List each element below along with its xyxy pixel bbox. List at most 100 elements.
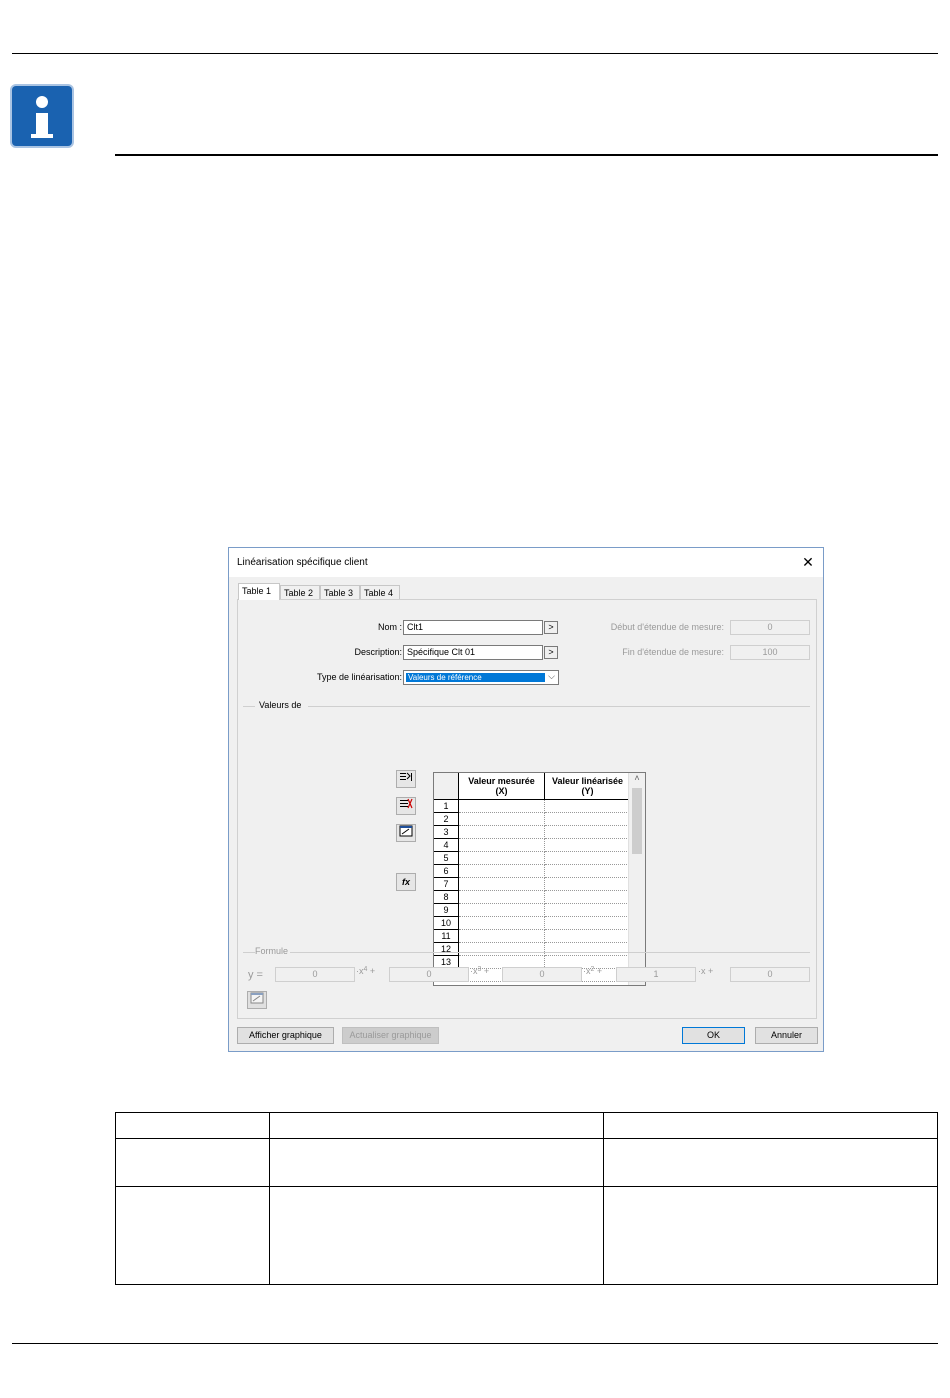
type-selected-value: Valeurs de référence — [406, 673, 545, 682]
scroll-thumb[interactable] — [632, 788, 642, 854]
grid-row-header[interactable]: 8 — [434, 891, 459, 904]
table-cell — [269, 1186, 604, 1285]
cell-measured-x[interactable] — [459, 865, 545, 878]
cell-measured-x[interactable] — [459, 813, 545, 826]
description-field[interactable]: Spécifique Clt 01 — [403, 645, 543, 660]
cell-linearised-y[interactable] — [545, 904, 631, 917]
chart-edit-icon[interactable] — [396, 824, 416, 842]
grid-row-header[interactable]: 5 — [434, 852, 459, 865]
grid-scrollbar[interactable]: ˄ ˅ — [628, 773, 645, 985]
grid-row-header[interactable]: 10 — [434, 917, 459, 930]
insert-row-icon[interactable] — [396, 770, 416, 788]
plus-3: + — [596, 966, 603, 976]
cell-measured-x[interactable] — [459, 891, 545, 904]
cell-linearised-y[interactable] — [545, 852, 631, 865]
grid-row-header[interactable]: 12 — [434, 943, 459, 956]
term-x1: ·x + — [698, 966, 713, 976]
cell-measured-x[interactable] — [459, 800, 545, 813]
term-x2-var: ·x — [583, 966, 591, 976]
cell-linearised-y[interactable] — [545, 878, 631, 891]
term-x3: ·x3 + — [470, 966, 489, 976]
tab-table-2[interactable]: Table 2 — [280, 585, 320, 599]
table-cell — [603, 1186, 938, 1285]
page-header-rule — [12, 53, 938, 54]
delete-row-icon[interactable] — [396, 797, 416, 815]
grid-row-header[interactable]: 6 — [434, 865, 459, 878]
term-x3-var: ·x — [470, 966, 478, 976]
cell-measured-x[interactable] — [459, 904, 545, 917]
cell-linearised-y[interactable] — [545, 865, 631, 878]
scroll-up-icon[interactable]: ˄ — [629, 773, 645, 787]
fin-field: 100 — [730, 645, 810, 660]
grid-row-header[interactable]: 4 — [434, 839, 459, 852]
grid-row-header[interactable]: 7 — [434, 878, 459, 891]
formule-group-line — [290, 952, 810, 953]
nom-label: Nom : — [377, 622, 402, 632]
annuler-button[interactable]: Annuler — [755, 1027, 818, 1044]
parameter-table — [115, 1112, 938, 1285]
table-row — [115, 1138, 938, 1187]
tab-table-4[interactable]: Table 4 — [360, 585, 400, 599]
formule-group-label: Formule — [255, 946, 289, 956]
cell-measured-x[interactable] — [459, 917, 545, 930]
type-select[interactable]: Valeurs de référence ⌵ — [403, 670, 559, 685]
cell-linearised-y[interactable] — [545, 800, 631, 813]
linearisation-dialog: Linéarisation spécifique client ✕ Table … — [228, 547, 824, 1052]
tab-table-3[interactable]: Table 3 — [320, 585, 360, 599]
nom-edit-button[interactable]: > — [544, 621, 558, 634]
term-x2: ·x2 + — [583, 966, 602, 976]
cell-linearised-y[interactable] — [545, 891, 631, 904]
grid-corner — [434, 773, 459, 800]
debut-label: Début d'étendue de mesure: — [610, 622, 724, 632]
table-cell — [115, 1112, 270, 1139]
coef-x4-field: 0 — [275, 967, 355, 982]
table-row — [115, 1112, 938, 1139]
description-edit-button[interactable]: > — [544, 646, 558, 659]
term-x4-var: ·x — [356, 966, 364, 976]
column-header-x-unit: (X) — [495, 786, 508, 796]
coef-x1-field: 1 — [616, 967, 696, 982]
term-x2-exp: 2 — [590, 966, 595, 973]
cell-measured-x[interactable] — [459, 878, 545, 891]
note-rule — [115, 154, 938, 156]
plus-2: + — [483, 966, 490, 976]
cell-measured-x[interactable] — [459, 943, 545, 956]
cell-measured-x[interactable] — [459, 826, 545, 839]
tab-table-1[interactable]: Table 1 — [238, 583, 280, 600]
fin-label: Fin d'étendue de mesure: — [622, 647, 724, 657]
cell-linearised-y[interactable] — [545, 826, 631, 839]
cell-linearised-y[interactable] — [545, 839, 631, 852]
afficher-graphique-button[interactable]: Afficher graphique — [237, 1027, 334, 1044]
valeurs-group-label: Valeurs de — [259, 700, 302, 710]
grid-row-header[interactable]: 3 — [434, 826, 459, 839]
valeurs-group-line — [308, 706, 810, 707]
formula-chart-icon — [247, 991, 267, 1009]
grid-row-header[interactable]: 1 — [434, 800, 459, 813]
cell-linearised-y[interactable] — [545, 943, 631, 956]
cell-measured-x[interactable] — [459, 839, 545, 852]
term-x3-exp: 3 — [477, 966, 482, 973]
grid-row-header[interactable]: 11 — [434, 930, 459, 943]
grid-row-header[interactable]: 2 — [434, 813, 459, 826]
cell-linearised-y[interactable] — [545, 917, 631, 930]
type-label: Type de linéarisation: — [316, 672, 402, 682]
column-header-y: Valeur linéarisée (Y) — [545, 773, 631, 800]
cell-measured-x[interactable] — [459, 852, 545, 865]
plus-4: + — [708, 966, 714, 976]
coef-x3-field: 0 — [389, 967, 469, 982]
cell-linearised-y[interactable] — [545, 930, 631, 943]
column-header-x: Valeur mesurée (X) — [459, 773, 545, 800]
cell-linearised-y[interactable] — [545, 813, 631, 826]
term-x4-exp: 4 — [363, 966, 368, 973]
dialog-title: Linéarisation spécifique client — [237, 557, 368, 568]
ok-button[interactable]: OK — [682, 1027, 745, 1044]
grid-row-header[interactable]: 9 — [434, 904, 459, 917]
formula-y-label: y = — [248, 969, 263, 981]
cell-measured-x[interactable] — [459, 930, 545, 943]
fx-icon[interactable]: fx — [396, 873, 416, 891]
table-cell — [115, 1138, 270, 1187]
nom-field[interactable]: Clt1 — [403, 620, 543, 635]
column-header-x-title: Valeur mesurée — [468, 776, 535, 786]
dialog-titlebar: Linéarisation spécifique client ✕ — [229, 548, 823, 577]
close-icon[interactable]: ✕ — [799, 553, 817, 571]
